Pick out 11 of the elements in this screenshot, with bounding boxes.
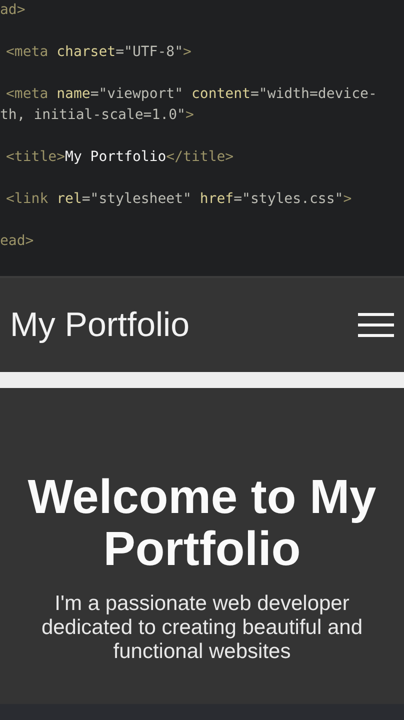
code-line: ead> bbox=[0, 232, 35, 251]
brand-title[interactable]: My Portfolio bbox=[10, 306, 190, 344]
hero-text: I'm a passionate web developer dedicated to creating beautiful and functional websites bbox=[40, 592, 364, 664]
menu-icon[interactable] bbox=[358, 312, 394, 338]
code-line: <meta name="viewport" content="width=device- bbox=[5, 85, 378, 104]
code-line: <title>My Portfolio</title> bbox=[5, 148, 235, 167]
hero-heading: Welcome to My Portfolio bbox=[26, 472, 378, 576]
code-line: ad> bbox=[0, 1, 26, 20]
code-line: <meta charset="UTF-8"> bbox=[5, 43, 192, 62]
code-line: th, initial-scale=1.0"> bbox=[0, 106, 195, 125]
code-line: <link rel="stylesheet" href="styles.css"> bbox=[5, 190, 353, 209]
